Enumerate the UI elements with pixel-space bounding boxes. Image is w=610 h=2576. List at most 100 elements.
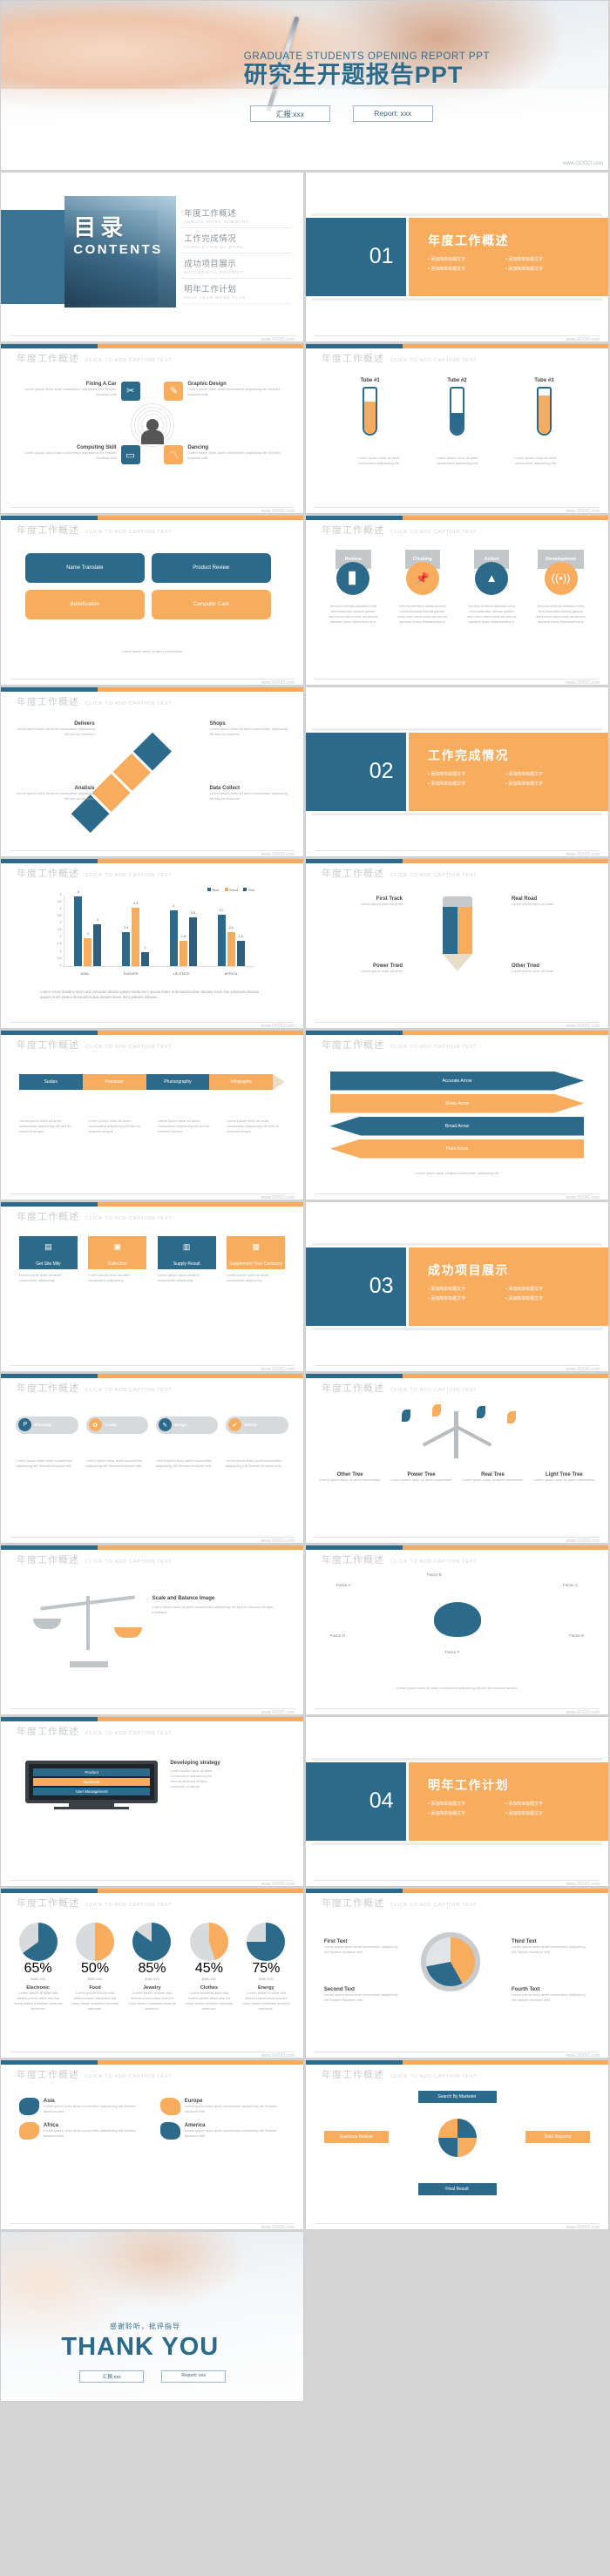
slide-pie-row[interactable]: 年度工作概述 CLICK TO ADD CAPTION TEXT 65% $98… bbox=[0, 1888, 304, 2059]
pencil-bar-segment[interactable]: Prasaaan bbox=[82, 1074, 146, 1091]
circle-step-2[interactable]: Choking 📌 Derona serebus danaina lorea d… bbox=[393, 549, 451, 625]
tree-item-2[interactable]: Power Tree Lorem ipsum dolor sit amet co… bbox=[390, 1472, 453, 1483]
tree-item-4[interactable]: Light Tree Tree Lorem ipsum dolor sit am… bbox=[532, 1472, 596, 1483]
circle-step-4[interactable]: Development ((•)) Derona serebus danaina… bbox=[532, 549, 590, 625]
pie-item-clothes[interactable]: 45% $980.000 Clothes Lorem Ipsum is dolo… bbox=[184, 1922, 234, 2011]
slide-header: 年度工作概述 CLICK TO ADD CAPTION TEXT bbox=[17, 523, 172, 537]
thankyou-report-button[interactable]: Report: xxx bbox=[161, 2370, 227, 2383]
slide-section-03[interactable]: 03 成功项目展示 添加简单标题文字 添加简单标题文字 添加简单标题文字 添加简… bbox=[305, 1201, 609, 1372]
process-step-2[interactable]: Business Analyst bbox=[323, 2131, 389, 2144]
slide-circle-steps[interactable]: 年度工作概述 CLICK TO ADD CAPTION TEXT Review … bbox=[305, 515, 609, 686]
pencil-bar-segment[interactable]: Pharaography bbox=[146, 1074, 210, 1091]
box-item[interactable]: Product Review bbox=[151, 552, 271, 583]
slide-pencil-diagram[interactable]: 年度工作概述 CLICK TO ADD CAPTION TEXT First T… bbox=[305, 858, 609, 1029]
hub-left-item-1[interactable]: Fixing A Car Lorem ipsum dolor amet cons… bbox=[19, 381, 140, 401]
card-1[interactable]: ▤ Get Site Mily Lorem ipsum dolor sit am… bbox=[18, 1235, 78, 1283]
slide-pencil-bar[interactable]: 年度工作概述 CLICK TO ADD CAPTION TEXT Sudais … bbox=[0, 1030, 304, 1200]
pie-item-food[interactable]: 50% $980.000 Food Lorem Ipsum is dolor s… bbox=[70, 1922, 119, 2011]
contents-item-1[interactable]: 年度工作概述 ANNUAL WORK SUMMARY bbox=[182, 203, 292, 228]
tube-2[interactable]: Tube #2 bbox=[447, 378, 467, 436]
slide-hub-diagram[interactable]: 年度工作概述 CLICK TO ADD CAPTION TEXT Fixing … bbox=[0, 343, 304, 514]
thankyou-reporter-button[interactable]: 汇报:xxx bbox=[79, 2370, 145, 2383]
tube-1[interactable]: Tube #1 bbox=[360, 378, 380, 436]
tree-item-3[interactable]: Real Tree Lorem ipsum dolor sit amet con… bbox=[461, 1472, 525, 1483]
slide-header-en: CLICK TO ADD CAPTION TEXT bbox=[390, 530, 478, 535]
hub-left-item-2[interactable]: Computing Skill Lorem ipsum dolor amet c… bbox=[19, 445, 140, 465]
map-item-1[interactable]: Asia Lorem ipsum dolor amet consectetur … bbox=[18, 2097, 145, 2115]
box-item[interactable]: Computer Care bbox=[151, 589, 271, 619]
card-2[interactable]: ▣ Collection Lorem ipsum dolor sit amet … bbox=[88, 1235, 147, 1283]
cover-reporter-button[interactable]: 汇报:xxx bbox=[249, 105, 330, 123]
pill-label: Create bbox=[104, 1423, 117, 1427]
slide-rounded-boxes[interactable]: 年度工作概述 CLICK TO ADD CAPTION TEXT Name Tr… bbox=[0, 515, 304, 686]
slide-diamond[interactable]: 年度工作概述 CLICK TO ADD CAPTION TEXT Deliver… bbox=[0, 686, 304, 857]
pie-item-electronic[interactable]: 65% $980.000 Electronic Lorem Ipsum is d… bbox=[13, 1922, 63, 2011]
brain-node-c[interactable]: Factor C bbox=[563, 1583, 578, 1587]
brain-node-f[interactable]: Factor F bbox=[445, 1650, 460, 1654]
monitor-icon: Product Business User Management bbox=[24, 1761, 159, 1810]
brain-node-d[interactable]: Factor D bbox=[330, 1633, 345, 1638]
slide-thank-you[interactable]: 感谢聆听，批评指导 THANK YOU 汇报:xxx Report: xxx bbox=[0, 2231, 304, 2402]
map-item-2[interactable]: Europe Lorem ipsum dolor amet consectetu… bbox=[159, 2097, 286, 2115]
tube-3[interactable]: Tube #3 bbox=[534, 378, 554, 436]
pill-3[interactable]: ✎ Design bbox=[155, 1416, 219, 1434]
slide-stopwatch[interactable]: 年度工作概述 CLICK TO ADD CAPTION TEXT First T… bbox=[305, 1888, 609, 2059]
brain-node-a[interactable]: Factor A bbox=[336, 1583, 351, 1587]
process-step-1[interactable]: Search By Marketer bbox=[417, 2090, 497, 2103]
arrow-right-1[interactable]: Accurate Arrow bbox=[329, 1071, 585, 1091]
hub-right-item-2[interactable]: 〽 Dancing Lorem ipsum dolor amet consect… bbox=[164, 445, 285, 465]
hub-right-item-1[interactable]: ✎ Graphic Design Lorem ipsum dolor amet … bbox=[164, 381, 285, 401]
card-3[interactable]: ▥ Supply Result Lorem ipsum dolor sit am… bbox=[157, 1235, 216, 1283]
slide-bar-chart[interactable]: 年度工作概述 CLICK TO ADD CAPTION TEXT Rice Wo… bbox=[0, 858, 304, 1029]
process-step-4[interactable]: Final Result bbox=[417, 2183, 497, 2196]
pill-1[interactable]: P Planning bbox=[16, 1416, 79, 1434]
slide-monitor[interactable]: 年度工作概述 CLICK TO ADD CAPTION TEXT Product… bbox=[0, 1716, 304, 1887]
slide-pills[interactable]: 年度工作概述 CLICK TO ADD CAPTION TEXT P Plann… bbox=[0, 1373, 304, 1544]
box-item[interactable]: Benefication bbox=[24, 589, 145, 619]
brain-node-b[interactable]: Factor B bbox=[427, 1572, 442, 1577]
slide-section-01[interactable]: 01 年度工作概述 添加简单标题文字 添加简单标题文字 添加简单标题文字 添加简… bbox=[305, 172, 609, 342]
card-4[interactable]: ▦ Supplement Your Company Lorem ipsum do… bbox=[226, 1235, 286, 1283]
arrow-right-2[interactable]: Sharp Arrow bbox=[329, 1093, 585, 1113]
pencil-bar-segment[interactable]: Infographic bbox=[209, 1074, 274, 1091]
slide-test-tubes[interactable]: 年度工作概述 CLICK TO ADD CAPTION TEXT Tube #1… bbox=[305, 343, 609, 514]
slide-section-02[interactable]: 02 工作完成情况 添加简单标题文字 添加简单标题文字 添加简单标题文字 添加简… bbox=[305, 686, 609, 857]
contents-item-4[interactable]: 明年工作计划 NEXT YEAR WORK PLAN bbox=[182, 279, 292, 304]
contents-item-2[interactable]: 工作完成情况 COMPLETION OF WORK bbox=[182, 228, 292, 254]
slide-arrows[interactable]: 年度工作概述 CLICK TO ADD CAPTION TEXT Accurat… bbox=[305, 1030, 609, 1200]
contents-item-3[interactable]: 成功项目展示 SUCCESSFUL PROJECT bbox=[182, 254, 292, 279]
slide-section-04[interactable]: 04 明年工作计划 添加简单标题文字 添加简单标题文字 添加简单标题文字 添加简… bbox=[305, 1716, 609, 1887]
pill-2[interactable]: ✿ Create bbox=[85, 1416, 149, 1434]
pie-item-jewelry[interactable]: 85% $980.000 Jewelry Lorem Ipsum is dolo… bbox=[127, 1922, 177, 2011]
pie-item-energy[interactable]: 75% $980.000 Energy Lorem Ipsum is dolor… bbox=[241, 1922, 291, 2011]
pencil-bar-segment[interactable]: Sudais bbox=[18, 1074, 83, 1091]
slide-cards[interactable]: 年度工作概述 CLICK TO ADD CAPTION TEXT ▤ Get S… bbox=[0, 1201, 304, 1372]
slide-brain[interactable]: 年度工作概述 CLICK TO ADD CAPTION TEXT Factor … bbox=[305, 1545, 609, 1715]
process-step-3[interactable]: Data Reporter bbox=[525, 2131, 591, 2144]
slide-header-en: CLICK TO ADD CAPTION TEXT bbox=[85, 873, 173, 878]
map-item-4[interactable]: America Lorem ipsum dolor amet consectet… bbox=[159, 2121, 286, 2140]
arrow-left-2[interactable]: Point Arrow bbox=[329, 1139, 585, 1159]
slide-trees[interactable]: 年度工作概述 CLICK TO ADD CAPTION TEXT Other T… bbox=[305, 1373, 609, 1544]
card-title: Get Site Mily bbox=[18, 1258, 78, 1269]
slide-contents[interactable]: 目录 CONTENTS 年度工作概述 ANNUAL WORK SUMMARY 工… bbox=[0, 172, 304, 342]
pill-4[interactable]: ✔ Deliver bbox=[225, 1416, 288, 1434]
tree-item-1[interactable]: Other Tree Lorem ipsum dolor sit amet co… bbox=[318, 1472, 382, 1483]
arrow-left-1[interactable]: Broad Arrow bbox=[329, 1116, 585, 1136]
brain-desc: Lorem ipsum dolor sit amet consectetur a… bbox=[396, 1685, 518, 1690]
slide-cover[interactable]: GRADUATE STUDENTS OPENING REPORT PPT 研究生… bbox=[0, 0, 609, 171]
slide-scale[interactable]: 年度工作概述 CLICK TO ADD CAPTION TEXT Scale a… bbox=[0, 1545, 304, 1715]
monitor-row: Product bbox=[32, 1768, 151, 1777]
cover-report-button[interactable]: Report: xxx bbox=[352, 105, 433, 123]
diamond-desc: Lorem ipsum dolor sit amet consectetur a… bbox=[16, 726, 95, 736]
circle-step-1[interactable]: Review ▊ Derona serebus danaina lorea do… bbox=[324, 549, 383, 625]
map-item-3[interactable]: Africa Lorem ipsum dolor amet consectetu… bbox=[18, 2121, 145, 2140]
circle-step-3[interactable]: Action ▲ Derona serebus danaina lorea do… bbox=[463, 549, 521, 625]
slide-maps[interactable]: 年度工作概述 CLICK TO ADD CAPTION TEXT Asia Lo… bbox=[0, 2059, 304, 2230]
hub-item-desc: Lorem ipsum dolor amet consectetur adipi… bbox=[24, 386, 117, 396]
brain-node-e[interactable]: Factor E bbox=[569, 1633, 584, 1638]
pills-desc-row: Lorem ipsum dolor amet consectetur adipi… bbox=[16, 1458, 288, 1469]
slide-process[interactable]: 年度工作概述 CLICK TO ADD CAPTION TEXT Search … bbox=[305, 2059, 609, 2230]
box-item[interactable]: Name Translate bbox=[24, 552, 145, 583]
slide-header-en: CLICK TO ADD CAPTION TEXT bbox=[85, 1045, 173, 1050]
